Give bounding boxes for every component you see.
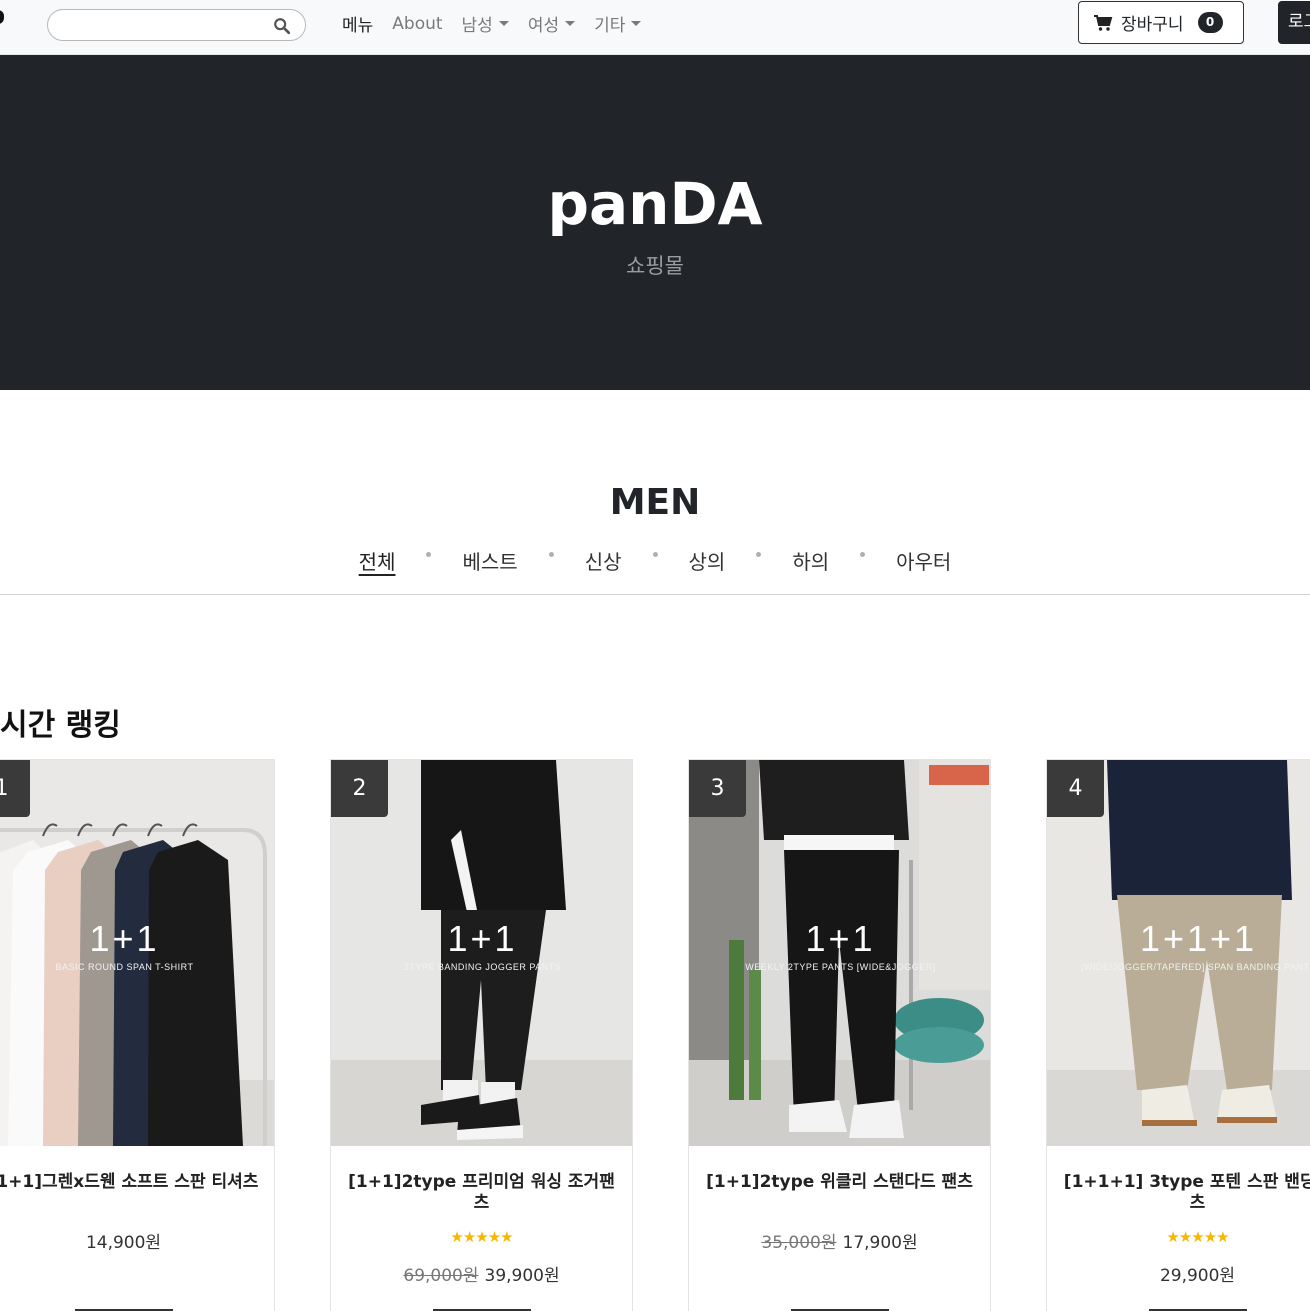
- nav-item-about[interactable]: About: [392, 14, 442, 34]
- cart-count-badge: 0: [1197, 12, 1223, 33]
- price-line: 35,000원 17,900원: [689, 1228, 990, 1253]
- tab-new[interactable]: 신상: [585, 546, 622, 575]
- rank-badge: 4: [1047, 760, 1104, 817]
- hero-banner: panDA 쇼핑몰: [0, 55, 1310, 390]
- product-card[interactable]: 3 1+1 WEEKLY 2TYPE PANTS [WIDE&JOGGER] […: [688, 759, 991, 1311]
- product-card[interactable]: 2 1+1 2TYPE BANDING JOGGER PANTS [1+1]2t…: [330, 759, 633, 1311]
- product-name[interactable]: [1+1]그렌x드웬 소프트 스판 티셔츠: [0, 1172, 264, 1193]
- tab-outer[interactable]: 아우터: [896, 546, 951, 575]
- product-card[interactable]: 4 1+1+1 [WIDE/JOGGER/TAPERED] SPAN BANDI…: [1046, 759, 1310, 1311]
- search-input[interactable]: [62, 10, 272, 40]
- navbar: 메뉴 About 남성 여성 기타 장바구니 0 로그: [0, 0, 1310, 55]
- product-name[interactable]: [1+1]2type 위클리 스탠다드 팬츠: [699, 1172, 980, 1193]
- separator-dot: [548, 552, 554, 557]
- original-price: 35,000원: [761, 1233, 837, 1253]
- category-tabs: 전체 베스트 신상 상의 하의 아우터: [0, 546, 1310, 575]
- nav-links: 메뉴 About 남성 여성 기타: [342, 11, 642, 36]
- section-title: MEN: [609, 482, 701, 523]
- nav-item-label: 기타: [594, 16, 626, 36]
- rank-badge: 1: [0, 760, 30, 817]
- nav-item-label: 남성: [461, 16, 493, 36]
- nav-item-men-dropdown[interactable]: 남성: [462, 11, 509, 36]
- search-icon[interactable]: [273, 17, 291, 35]
- price: 29,900원: [1159, 1266, 1236, 1286]
- product-image[interactable]: 2 1+1 2TYPE BANDING JOGGER PANTS: [331, 760, 632, 1146]
- rating-stars: ★★★★★: [450, 1228, 513, 1246]
- search-box: [47, 9, 306, 41]
- nav-item-label: 메뉴: [342, 16, 374, 36]
- tab-best[interactable]: 베스트: [462, 546, 517, 575]
- brand-logo[interactable]: [0, 10, 4, 24]
- promo-subtext: WEEKLY 2TYPE PANTS [WIDE&JOGGER]: [745, 962, 936, 972]
- cart-label: 장바구니: [1121, 15, 1184, 35]
- price: 39,900원: [484, 1266, 560, 1286]
- caret-down-icon: [631, 21, 642, 26]
- tab-bottoms[interactable]: 하의: [792, 546, 829, 575]
- nav-item-etc-dropdown[interactable]: 기타: [594, 11, 642, 36]
- nav-item-menu[interactable]: 메뉴: [342, 11, 373, 36]
- hero-subtitle: 쇼핑몰: [626, 254, 684, 278]
- cart-button[interactable]: 장바구니 0: [1078, 1, 1244, 44]
- product-card[interactable]: 1 1+1 BASIC ROUND SPAN T-SHIRT [1+1]그렌x드…: [0, 759, 275, 1311]
- nav-item-women-dropdown[interactable]: 여성: [527, 11, 576, 36]
- price-line: 29,900원: [1047, 1261, 1310, 1286]
- caret-down-icon: [498, 21, 509, 26]
- separator-dot: [860, 552, 866, 557]
- promo-subtext: [WIDE/JOGGER/TAPERED] SPAN BANDING PANTS: [1080, 962, 1310, 972]
- section-divider: [0, 594, 1310, 595]
- promo-text: 1+1: [89, 918, 160, 959]
- price: 17,900원: [842, 1233, 918, 1253]
- promo-subtext: 2TYPE BANDING JOGGER PANTS: [403, 962, 562, 972]
- ranking-title: 시간 랭킹: [0, 708, 121, 743]
- product-name[interactable]: [1+1]2type 프리미엄 워싱 조거팬츠: [341, 1172, 622, 1214]
- promo-text: 1+1+1: [1139, 918, 1258, 959]
- tab-all[interactable]: 전체: [359, 546, 396, 575]
- price-line: 69,000원 39,900원: [331, 1261, 632, 1286]
- caret-down-icon: [565, 21, 576, 26]
- original-price: 69,000원: [403, 1266, 479, 1286]
- separator-dot: [426, 552, 432, 557]
- price: 14,900원: [85, 1233, 162, 1253]
- tab-tops[interactable]: 상의: [689, 546, 726, 575]
- product-image[interactable]: 3 1+1 WEEKLY 2TYPE PANTS [WIDE&JOGGER]: [689, 760, 990, 1146]
- separator-dot: [652, 552, 658, 557]
- nav-item-label: About: [392, 13, 443, 34]
- promo-text: 1+1: [447, 918, 518, 959]
- product-image[interactable]: 4 1+1+1 [WIDE/JOGGER/TAPERED] SPAN BANDI…: [1047, 760, 1310, 1146]
- cart-icon: [1094, 14, 1113, 31]
- hero-title: panDA: [547, 170, 763, 238]
- promo-text: 1+1: [805, 918, 876, 959]
- rank-badge: 2: [331, 760, 388, 817]
- nav-item-label: 여성: [527, 16, 560, 36]
- promo-subtext: BASIC ROUND SPAN T-SHIRT: [55, 962, 194, 972]
- product-image[interactable]: 1 1+1 BASIC ROUND SPAN T-SHIRT: [0, 760, 274, 1146]
- rating-stars: ★★★★★: [1166, 1228, 1229, 1246]
- separator-dot: [756, 552, 762, 557]
- product-name[interactable]: [1+1+1] 3type 포텐 스판 밴딩팬츠: [1057, 1172, 1310, 1214]
- rank-badge: 3: [689, 760, 746, 817]
- price-line: 14,900원: [0, 1228, 274, 1253]
- login-button[interactable]: 로그: [1278, 1, 1310, 44]
